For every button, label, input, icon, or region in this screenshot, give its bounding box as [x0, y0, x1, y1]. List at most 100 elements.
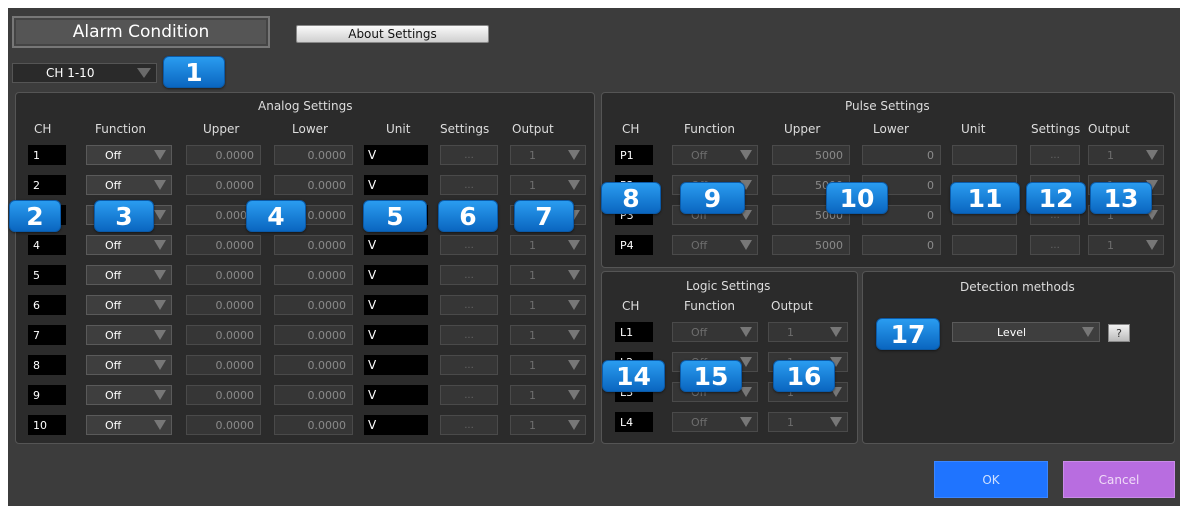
- analog-unit-field[interactable]: V: [364, 295, 428, 315]
- analog-header-upper: Upper: [203, 122, 240, 136]
- analog-unit-field[interactable]: V: [364, 325, 428, 345]
- logic-function-dropdown[interactable]: Off: [672, 412, 758, 432]
- analog-lower-field[interactable]: 0.0000: [274, 355, 353, 375]
- analog-settings-button[interactable]: ...: [440, 235, 498, 255]
- analog-lower-field[interactable]: 0.0000: [274, 145, 353, 165]
- chevron-down-icon: [1146, 240, 1158, 250]
- analog-function-dropdown[interactable]: Off: [86, 385, 172, 405]
- callout-badge-17: 17: [876, 318, 940, 350]
- analog-upper-field[interactable]: 0.0000: [186, 235, 261, 255]
- analog-function-dropdown[interactable]: Off: [86, 325, 172, 345]
- analog-function-dropdown[interactable]: Off: [86, 145, 172, 165]
- analog-upper-field[interactable]: 0.0000: [186, 355, 261, 375]
- chevron-down-icon: [154, 390, 166, 400]
- chevron-down-icon: [568, 390, 580, 400]
- pulse-settings-button[interactable]: ...: [1030, 235, 1080, 255]
- analog-output-dropdown-value: 1: [529, 148, 536, 162]
- pulse-output-dropdown[interactable]: 1: [1088, 145, 1164, 165]
- analog-function-dropdown[interactable]: Off: [86, 415, 172, 435]
- pulse-settings-button[interactable]: ...: [1030, 145, 1080, 165]
- analog-settings-button[interactable]: ...: [440, 295, 498, 315]
- logic-header-ch: CH: [622, 299, 640, 313]
- pulse-function-dropdown[interactable]: Off: [672, 145, 758, 165]
- analog-unit-field[interactable]: V: [364, 355, 428, 375]
- pulse-ch-label: P4: [615, 235, 653, 255]
- analog-output-dropdown[interactable]: 1: [510, 325, 586, 345]
- analog-lower-field[interactable]: 0.0000: [274, 265, 353, 285]
- analog-lower-field[interactable]: 0.0000: [274, 325, 353, 345]
- analog-lower-field[interactable]: 0.0000: [274, 385, 353, 405]
- analog-unit-field[interactable]: V: [364, 415, 428, 435]
- cancel-button[interactable]: Cancel: [1063, 461, 1175, 498]
- analog-unit-field[interactable]: V: [364, 265, 428, 285]
- pulse-header-upper: Upper: [784, 122, 821, 136]
- analog-settings-button[interactable]: ...: [440, 415, 498, 435]
- analog-settings-button[interactable]: ...: [440, 355, 498, 375]
- analog-unit-field[interactable]: V: [364, 235, 428, 255]
- channel-range-dropdown[interactable]: CH 1-10: [12, 63, 157, 83]
- analog-unit-field[interactable]: V: [364, 175, 428, 195]
- analog-output-dropdown[interactable]: 1: [510, 235, 586, 255]
- analog-function-dropdown[interactable]: Off: [86, 355, 172, 375]
- analog-upper-field[interactable]: 0.0000: [186, 325, 261, 345]
- analog-lower-field[interactable]: 0.0000: [274, 235, 353, 255]
- analog-output-dropdown[interactable]: 1: [510, 175, 586, 195]
- pulse-upper-field[interactable]: 5000: [772, 235, 850, 255]
- chevron-down-icon: [740, 240, 752, 250]
- analog-output-dropdown[interactable]: 1: [510, 415, 586, 435]
- analog-upper-field[interactable]: 0.0000: [186, 145, 261, 165]
- callout-badge-2: 2: [9, 200, 61, 232]
- analog-function-dropdown[interactable]: Off: [86, 295, 172, 315]
- analog-function-dropdown[interactable]: Off: [86, 265, 172, 285]
- pulse-unit-field[interactable]: [952, 235, 1017, 255]
- analog-output-dropdown-value: 1: [529, 328, 536, 342]
- logic-output-dropdown[interactable]: 1: [768, 322, 848, 342]
- about-settings-button[interactable]: About Settings: [296, 25, 489, 43]
- analog-lower-field[interactable]: 0.0000: [274, 175, 353, 195]
- analog-upper-field[interactable]: 0.0000: [186, 175, 261, 195]
- callout-badge-13: 13: [1090, 182, 1152, 214]
- analog-output-dropdown[interactable]: 1: [510, 145, 586, 165]
- logic-output-dropdown-value: 1: [787, 325, 794, 339]
- pulse-output-dropdown[interactable]: 1: [1088, 235, 1164, 255]
- logic-function-dropdown[interactable]: Off: [672, 322, 758, 342]
- window-title: Alarm Condition: [12, 16, 270, 48]
- analog-function-dropdown[interactable]: Off: [86, 175, 172, 195]
- analog-settings-button[interactable]: ...: [440, 265, 498, 285]
- pulse-upper-field[interactable]: 5000: [772, 145, 850, 165]
- pulse-lower-field[interactable]: 0: [862, 145, 941, 165]
- logic-output-dropdown[interactable]: 1: [768, 412, 848, 432]
- pulse-unit-field[interactable]: [952, 145, 1017, 165]
- pulse-header-lower: Lower: [873, 122, 909, 136]
- analog-output-dropdown[interactable]: 1: [510, 295, 586, 315]
- detection-method-value: Level: [997, 325, 1027, 339]
- analog-unit-field[interactable]: V: [364, 385, 428, 405]
- analog-upper-field[interactable]: 0.0000: [186, 415, 261, 435]
- analog-settings-button[interactable]: ...: [440, 175, 498, 195]
- ok-button[interactable]: OK: [934, 461, 1048, 498]
- pulse-function-dropdown[interactable]: Off: [672, 235, 758, 255]
- detection-method-dropdown[interactable]: Level: [952, 322, 1100, 342]
- chevron-down-icon: [154, 420, 166, 430]
- analog-lower-field[interactable]: 0.0000: [274, 295, 353, 315]
- analog-function-dropdown[interactable]: Off: [86, 235, 172, 255]
- analog-settings-button[interactable]: ...: [440, 145, 498, 165]
- logic-ch-label: L1: [615, 322, 653, 342]
- detection-methods-panel: [862, 271, 1175, 444]
- analog-ch-label: 10: [28, 415, 66, 435]
- analog-ch-label: 4: [28, 235, 66, 255]
- analog-unit-field[interactable]: V: [364, 145, 428, 165]
- help-button[interactable]: ?: [1108, 324, 1130, 342]
- analog-output-dropdown[interactable]: 1: [510, 385, 586, 405]
- analog-upper-field[interactable]: 0.0000: [186, 385, 261, 405]
- analog-settings-button[interactable]: ...: [440, 325, 498, 345]
- analog-upper-field[interactable]: 0.0000: [186, 295, 261, 315]
- analog-header-function: Function: [95, 122, 147, 136]
- analog-upper-field[interactable]: 0.0000: [186, 265, 261, 285]
- analog-settings-button[interactable]: ...: [440, 385, 498, 405]
- analog-output-dropdown[interactable]: 1: [510, 355, 586, 375]
- pulse-lower-field[interactable]: 0: [862, 235, 941, 255]
- analog-output-dropdown[interactable]: 1: [510, 265, 586, 285]
- analog-lower-field[interactable]: 0.0000: [274, 415, 353, 435]
- logic-function-dropdown-value: Off: [691, 415, 708, 429]
